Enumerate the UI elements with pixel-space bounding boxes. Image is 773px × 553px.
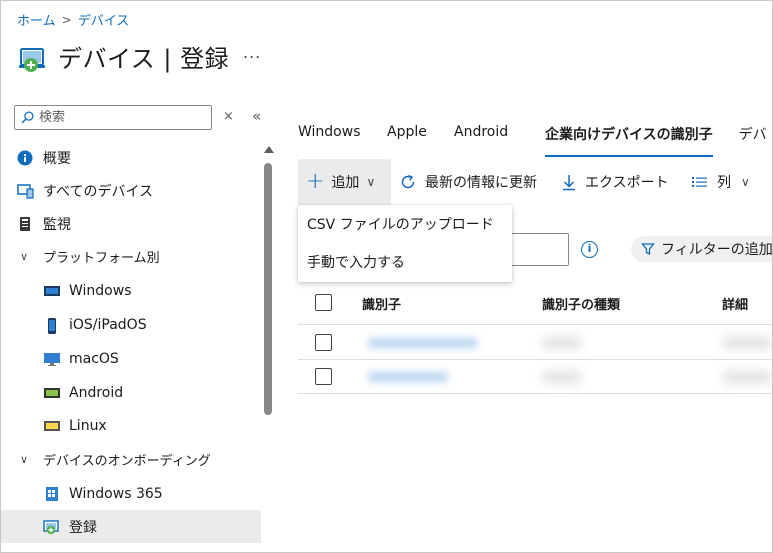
breadcrumb-separator: > [61, 12, 72, 27]
columns-button-label: 列 [717, 175, 731, 191]
table-header: 識別子 識別子の種類 詳細 [298, 285, 772, 325]
redacted-details [722, 337, 772, 349]
sidebar-item-label: Android [69, 384, 124, 401]
more-options-button[interactable]: ... [243, 43, 261, 62]
breadcrumb-devices-link[interactable]: デバイス [78, 10, 130, 29]
page-title: デバイス | 登録 [58, 45, 230, 73]
column-header-identifier[interactable]: 識別子 [362, 294, 401, 313]
window-frame: ホーム > デバイス デバイス | 登録 ... × « 概要 [0, 0, 773, 553]
sidebar-item-enrollment[interactable]: 登録 [1, 510, 261, 543]
redacted-identifier [368, 372, 448, 382]
sidebar-item-label: すべてのデバイス [43, 183, 154, 200]
chevron-down-icon: ∨ [19, 453, 29, 466]
refresh-button[interactable]: 最新の情報に更新 [399, 159, 537, 205]
column-header-identifier-type[interactable]: 識別子の種類 [542, 294, 620, 313]
sidebar-group-by-platform[interactable]: ∨ プラットフォーム別 [1, 240, 261, 273]
windows365-icon [43, 486, 61, 502]
device-enrollment-icon [19, 45, 47, 73]
sidebar-item-label: デバイスのオンボーディング [43, 454, 211, 469]
refresh-button-label: 最新の情報に更新 [425, 175, 537, 191]
sidebar-item-windows365[interactable]: Windows 365 [1, 477, 261, 510]
add-button[interactable]: + 追加 ∨ [298, 159, 391, 205]
sidebar-search-input[interactable] [39, 110, 199, 125]
sidebar-item-ios[interactable]: iOS/iPadOS [1, 308, 261, 341]
tab-bar: Windows Apple Android 企業向けデバイスの識別子 デバ [298, 115, 767, 157]
sidebar-item-label: Windows [69, 282, 132, 299]
breadcrumb-home-link[interactable]: ホーム [17, 10, 56, 29]
refresh-icon [399, 173, 417, 191]
desktop-icon [43, 351, 61, 367]
sidebar-group-device-onboarding[interactable]: ∨ デバイスのオンボーディング [1, 443, 261, 476]
sidebar-item-overview[interactable]: 概要 [1, 141, 261, 174]
sidebar-item-android[interactable]: Android [1, 376, 261, 409]
download-icon [561, 173, 577, 191]
sidebar-item-label: 登録 [69, 519, 97, 536]
breadcrumb: ホーム > デバイス [17, 10, 130, 30]
add-dropdown-menu: CSV ファイルのアップロード 手動で入力する [298, 205, 512, 282]
redacted-identifier-type [542, 371, 582, 383]
add-filter-button[interactable]: フィルターの追加 [631, 236, 773, 262]
info-icon [17, 150, 35, 166]
export-button[interactable]: エクスポート [561, 159, 669, 205]
info-icon[interactable]: i [581, 241, 598, 258]
collapse-sidebar-icon[interactable]: « [252, 107, 261, 125]
chevron-down-icon: ∨ [366, 175, 376, 189]
add-filter-label: フィルターの追加 [661, 242, 773, 258]
tab-windows[interactable]: Windows [298, 115, 387, 155]
tab-apple[interactable]: Apple [387, 115, 454, 155]
sidebar-item-macos[interactable]: macOS [1, 342, 261, 375]
columns-icon [691, 174, 709, 190]
sidebar-item-label: Linux [69, 417, 107, 434]
chevron-down-icon: ∨ [19, 250, 29, 263]
sidebar-item-windows[interactable]: Windows [1, 274, 261, 307]
column-header-details[interactable]: 詳細 [722, 294, 748, 313]
sidebar-item-label: 監視 [43, 216, 71, 233]
redacted-identifier [368, 338, 478, 348]
tab-android[interactable]: Android [454, 115, 534, 155]
menu-item-manual-entry[interactable]: 手動で入力する [298, 243, 512, 281]
sidebar-item-label: macOS [69, 350, 119, 367]
enrollment-icon [43, 519, 61, 535]
phone-icon [43, 317, 61, 334]
linux-device-icon [43, 418, 61, 434]
clear-search-icon[interactable]: × [223, 109, 234, 124]
tab-more[interactable]: デバ [739, 115, 767, 155]
select-all-checkbox[interactable] [315, 294, 332, 311]
android-device-icon [43, 385, 61, 401]
menu-item-csv-upload[interactable]: CSV ファイルのアップロード [298, 205, 512, 243]
sidebar-item-label: プラットフォーム別 [43, 251, 160, 266]
sidebar-item-linux[interactable]: Linux [1, 409, 261, 442]
filter-icon [641, 243, 655, 256]
row-checkbox[interactable] [315, 334, 332, 351]
devices-icon [17, 183, 35, 199]
columns-button[interactable]: 列 ∨ [691, 159, 750, 205]
sidebar-item-label: iOS/iPadOS [69, 316, 147, 333]
sidebar-item-monitor[interactable]: 監視 [1, 207, 261, 240]
sidebar-search-box[interactable] [14, 105, 212, 130]
sidebar-item-label: 概要 [43, 150, 71, 167]
monitor-notebook-icon [17, 216, 35, 232]
redacted-identifier-type [542, 337, 582, 349]
export-button-label: エクスポート [585, 175, 669, 191]
redacted-details [722, 371, 772, 383]
tab-corporate-device-identifiers[interactable]: 企業向けデバイスの識別子 [545, 115, 713, 157]
row-checkbox[interactable] [315, 368, 332, 385]
chevron-down-icon: ∨ [741, 175, 750, 189]
table-row[interactable] [298, 360, 772, 394]
sidebar-nav: 概要 すべてのデバイス 監視 ∨ プラットフォーム別 Windows iOS/i… [1, 141, 261, 552]
plus-icon: + [306, 169, 325, 194]
sidebar-item-label: Windows 365 [69, 485, 163, 502]
search-icon [21, 111, 34, 124]
scroll-up-arrow[interactable] [264, 146, 274, 153]
table-row[interactable] [298, 326, 772, 360]
windows-device-icon [43, 283, 61, 299]
sidebar-scrollbar[interactable] [264, 163, 272, 415]
sidebar-item-all-devices[interactable]: すべてのデバイス [1, 174, 261, 207]
add-button-label: 追加 [331, 175, 360, 191]
